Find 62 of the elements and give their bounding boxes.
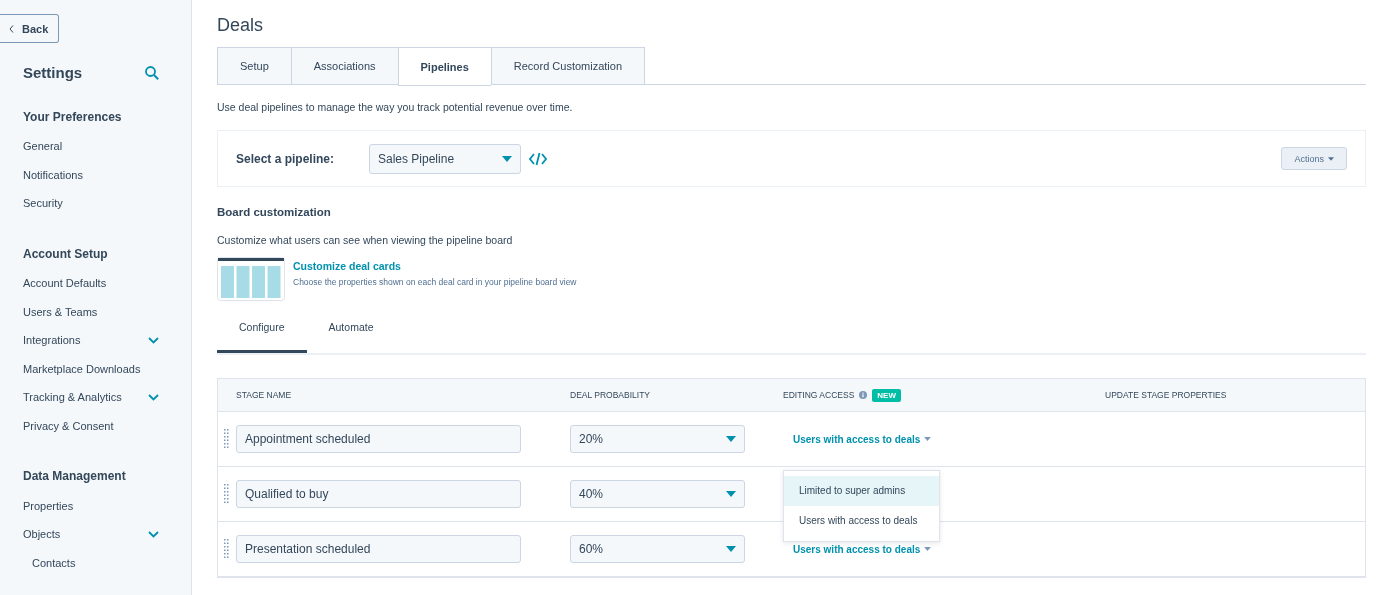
section-heading: Data Management — [23, 468, 127, 485]
board-thumbnail-drawing — [217, 257, 285, 301]
section-heading: Account Setup — [23, 245, 109, 262]
stage-name-field[interactable]: Appointment scheduled — [236, 425, 521, 453]
access-dropdown[interactable]: Users with access to deals — [793, 543, 932, 555]
actions-button[interactable]: Actions — [1281, 147, 1347, 170]
sidebar-item[interactable]: Objects — [23, 519, 159, 549]
search-icon — [145, 65, 159, 80]
access-dropdown[interactable]: Users with access to deals — [793, 433, 932, 445]
new-badge: NEW — [872, 388, 901, 402]
sidebar-item[interactable]: Security — [23, 189, 159, 218]
description-text: Customize what users can see when viewing the pipeline board — [217, 234, 514, 246]
sidebar-item[interactable]: Notifications — [23, 160, 159, 190]
page-title: Deals — [217, 15, 265, 36]
tab[interactable]: Setup — [217, 47, 291, 85]
section-heading: Board customization — [217, 206, 332, 218]
column-header: UPDATE STAGE PROPERTIES — [1105, 390, 1227, 400]
column-header: DEAL PROBABILITY — [570, 390, 650, 400]
tab[interactable]: Configure — [217, 321, 307, 353]
tab[interactable]: Automate — [306, 321, 396, 353]
caret-icon — [726, 546, 736, 552]
sidebar-item[interactable]: Account Defaults — [23, 268, 159, 298]
section-heading: Your Preferences — [23, 109, 123, 125]
tab[interactable]: Associations — [290, 47, 398, 85]
chevron-left-icon — [9, 24, 14, 33]
caret-icon — [924, 437, 932, 441]
description-text: Use deal pipelines to manage the way you track potential revenue over time. — [217, 101, 574, 113]
caret-icon — [924, 547, 932, 551]
drag-handle-icon — [224, 539, 229, 559]
caret-icon — [726, 491, 736, 497]
menu-item[interactable]: Users with access to deals — [784, 505, 939, 536]
info-icon — [859, 391, 868, 399]
caret-icon — [1328, 156, 1334, 161]
back-button[interactable]: Back — [0, 14, 60, 43]
probability-select[interactable]: 20% — [570, 425, 745, 453]
pipeline-select[interactable]: Sales Pipeline — [369, 143, 521, 174]
caret-icon — [726, 436, 736, 442]
stage-name-field[interactable]: Presentation scheduled — [236, 535, 521, 563]
pipeline-label: Select a pipeline: — [236, 151, 336, 166]
tab[interactable]: Record Customization — [490, 47, 646, 85]
drag-handle-icon — [224, 484, 229, 504]
sidebar-item[interactable]: Properties — [23, 491, 159, 520]
settings-title: Settings — [23, 64, 83, 81]
stage-name-field[interactable]: Qualified to buy — [236, 480, 521, 508]
sidebar-item[interactable]: Contacts — [23, 548, 159, 578]
column-header: EDITING ACCESS — [783, 390, 855, 400]
customize-link[interactable]: Customize deal cards — [293, 260, 577, 272]
sidebar-item[interactable]: Tracking & Analytics — [23, 383, 159, 412]
probability-select[interactable]: 40% — [570, 480, 745, 508]
tab[interactable]: Pipelines — [397, 47, 491, 86]
sidebar-item[interactable]: General — [23, 132, 159, 161]
sidebar-item[interactable]: Privacy & Consent — [23, 411, 159, 441]
sidebar-item[interactable]: Integrations — [23, 325, 159, 355]
sidebar-item[interactable]: Users & Teams — [23, 297, 159, 326]
column-header: STAGE NAME — [236, 390, 292, 400]
probability-select[interactable]: 60% — [570, 535, 745, 563]
code-icon — [529, 151, 547, 166]
link-description: Choose the properties shown on each deal card in your pipeline board view — [293, 277, 577, 287]
sidebar-item[interactable]: Marketplace Downloads — [23, 354, 159, 384]
menu-item[interactable]: Limited to super admins — [784, 475, 939, 506]
caret-icon — [502, 155, 512, 162]
drag-handle-icon — [224, 429, 229, 449]
